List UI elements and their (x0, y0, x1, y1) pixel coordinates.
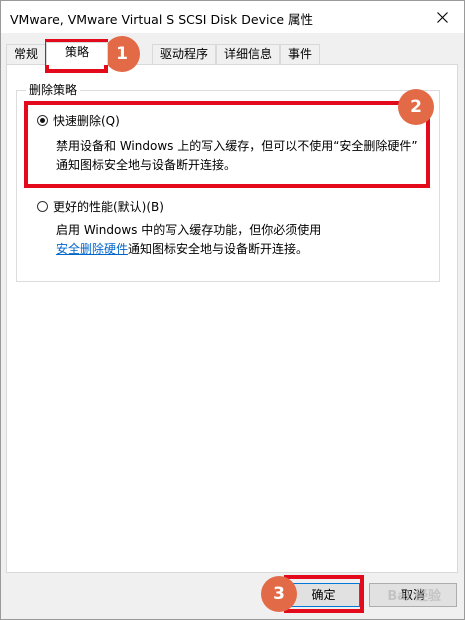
tab-details[interactable]: 详细信息 (216, 44, 280, 64)
tab-general[interactable]: 常规 (6, 44, 46, 64)
window-title: VMware, VMware Virtual S SCSI Disk Devic… (10, 12, 313, 27)
quick-removal-desc-line1: 禁用设备和 Windows 上的写入缓存，但可以不使用“安全删除硬件” (56, 139, 418, 153)
tab-driver[interactable]: 驱动程序 (152, 44, 216, 64)
tab-events[interactable]: 事件 (280, 44, 320, 64)
quick-removal-radio[interactable] (37, 115, 48, 126)
safely-remove-hardware-link[interactable]: 安全删除硬件 (56, 242, 128, 256)
annotation-badge-1: 1 (104, 36, 140, 72)
better-performance-description: 启用 Windows 中的写入缓存功能，但你必须使用 安全删除硬件通知图标安全地… (56, 221, 321, 259)
better-performance-radio[interactable] (37, 201, 48, 212)
annotation-badge-2: 2 (398, 89, 434, 125)
better-performance-option[interactable]: 更好的性能(默认)(B) (37, 198, 164, 215)
quick-removal-desc-line2: 通知图标安全地与设备断开连接。 (56, 158, 237, 172)
annotation-badge-3: 3 (261, 576, 297, 612)
close-button[interactable] (420, 1, 464, 33)
group-title: 删除策略 (26, 81, 81, 98)
close-icon (436, 11, 448, 23)
better-performance-desc-line2-rest: 通知图标安全地与设备断开连接。 (128, 242, 309, 256)
tab-strip: 常规 策略 驱动程序 详细信息 事件 (6, 42, 458, 65)
ok-button[interactable]: 确定 (287, 583, 360, 607)
better-performance-desc-line2: 安全删除硬件通知图标安全地与设备断开连接。 (56, 240, 321, 259)
baidu-watermark: Bai 经验 (387, 589, 441, 604)
quick-removal-option[interactable]: 快速删除(Q) (37, 112, 120, 129)
better-performance-desc-line1: 启用 Windows 中的写入缓存功能，但你必须使用 (56, 223, 322, 237)
quick-removal-label: 快速删除(Q) (53, 114, 120, 128)
tab-policy[interactable]: 策略 (46, 42, 108, 65)
better-performance-label: 更好的性能(默认)(B) (53, 200, 164, 214)
quick-removal-description: 禁用设备和 Windows 上的写入缓存，但可以不使用“安全删除硬件” 通知图标… (56, 137, 418, 175)
title-bar: VMware, VMware Virtual S SCSI Disk Devic… (1, 1, 464, 33)
